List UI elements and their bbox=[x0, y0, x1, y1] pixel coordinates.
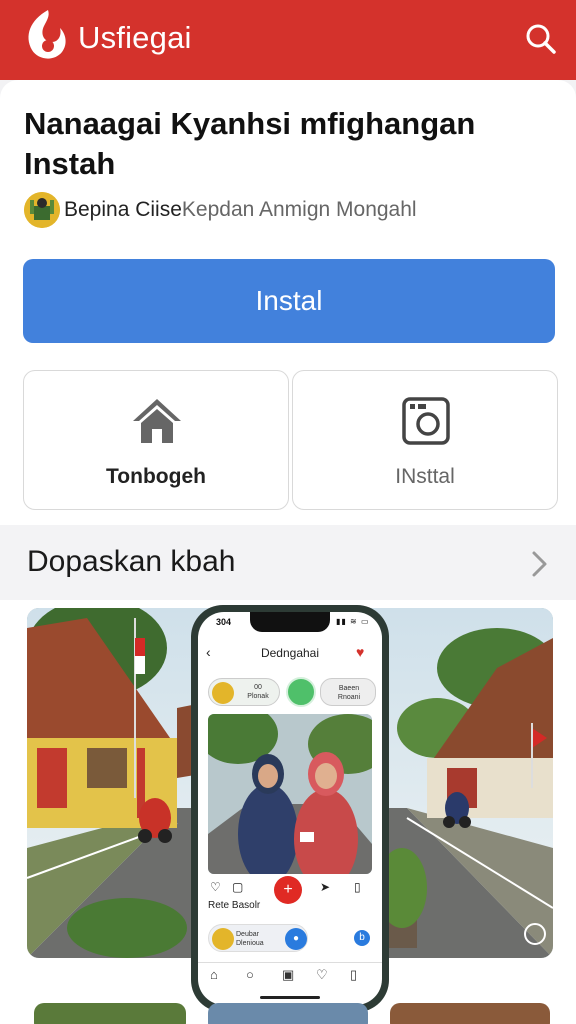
heart-icon[interactable]: ♥ bbox=[356, 644, 364, 660]
comment-icon[interactable]: ▢ bbox=[232, 880, 243, 894]
section-header[interactable]: Dopaskan kbah bbox=[0, 525, 576, 600]
screenshot-thumb-1[interactable] bbox=[34, 1003, 186, 1024]
post-caption: Rete Basolr bbox=[208, 900, 261, 911]
post-photo[interactable] bbox=[208, 714, 372, 874]
promo-text: Deubar Dlenioua bbox=[236, 931, 264, 947]
promo-action-icon[interactable]: ● bbox=[285, 928, 307, 950]
tile-home[interactable]: Tonbogeh bbox=[23, 370, 289, 510]
developer-avatar bbox=[24, 192, 60, 228]
info-icon[interactable]: b bbox=[354, 930, 370, 946]
profile-chip[interactable]: 00 Plonak bbox=[208, 678, 280, 706]
phone-screen-title: Dedngahai bbox=[260, 646, 320, 660]
developer-row[interactable]: Bepina Ciise Kepdan Anmign Mongahl bbox=[24, 192, 417, 228]
tile-install-label: INsttal bbox=[395, 465, 455, 488]
developer-subtitle: Kepdan Anmign Mongahl bbox=[181, 198, 417, 221]
bookmark-icon[interactable]: ▯ bbox=[354, 880, 361, 894]
like-icon[interactable]: ♡ bbox=[210, 880, 221, 894]
phone-chips: 00 Plonak Baeen Rnoani bbox=[208, 676, 376, 708]
screenshot-thumb-2[interactable] bbox=[208, 1003, 368, 1024]
phone-screen-header: ‹ Dedngahai ♥ bbox=[198, 642, 382, 664]
app-header: Usfiegai bbox=[0, 0, 576, 80]
developer-name[interactable]: Bepina Ciise bbox=[64, 198, 182, 222]
brand-name: Usfiegai bbox=[78, 20, 192, 55]
app-title: Nanaagai Kyanhsi mfighangan Instah bbox=[24, 106, 476, 181]
install-button[interactable]: Instal bbox=[23, 259, 555, 343]
phone-screen: 304 ▮▮ ≋ ▭ ‹ Dedngahai ♥ 00 Plonak Baeen… bbox=[198, 612, 382, 1005]
two-women-photo bbox=[208, 714, 372, 874]
screenshot-thumb-3[interactable] bbox=[390, 1003, 550, 1024]
chip-right-text: Baeen Rnoani bbox=[337, 685, 361, 701]
nav-add-icon[interactable]: ▣ bbox=[282, 967, 294, 983]
phone-mockup: 304 ▮▮ ≋ ▭ ‹ Dedngahai ♥ 00 Plonak Baeen… bbox=[191, 605, 389, 1012]
status-chip[interactable]: Baeen Rnoani bbox=[320, 678, 376, 706]
status-time: 304 bbox=[216, 617, 232, 627]
phone-bottom-nav: ⌂ ○ ▣ ♡ ▯ bbox=[198, 962, 382, 988]
promo-avatar bbox=[212, 928, 234, 950]
nav-bookmark-icon[interactable]: ▯ bbox=[350, 967, 357, 983]
refresh-icon[interactable] bbox=[286, 677, 316, 707]
status-icons: ▮▮ ≋ ▭ bbox=[336, 617, 370, 626]
nav-home-icon[interactable]: ⌂ bbox=[210, 967, 218, 982]
chip-left-text: 00 Plonak bbox=[247, 684, 269, 700]
promo-chip[interactable]: Deubar Dlenioua ● bbox=[208, 924, 308, 952]
section-title: Dopaskan kbah bbox=[27, 545, 236, 578]
chevron-right-icon[interactable] bbox=[526, 547, 552, 581]
search-icon[interactable] bbox=[520, 18, 560, 58]
tile-install[interactable]: INsttal bbox=[292, 370, 558, 510]
phone-notch bbox=[250, 612, 330, 632]
home-icon bbox=[133, 399, 181, 443]
camera-icon bbox=[402, 397, 450, 445]
nav-search-icon[interactable]: ○ bbox=[246, 967, 254, 982]
share-icon[interactable]: ➤ bbox=[320, 880, 330, 894]
tile-home-label: Tonbogeh bbox=[106, 465, 206, 488]
nav-heart-icon[interactable]: ♡ bbox=[316, 967, 328, 983]
flame-logo-icon bbox=[28, 10, 66, 59]
add-post-button[interactable]: + bbox=[274, 876, 302, 904]
chip-avatar bbox=[212, 682, 234, 704]
home-indicator bbox=[260, 996, 320, 999]
